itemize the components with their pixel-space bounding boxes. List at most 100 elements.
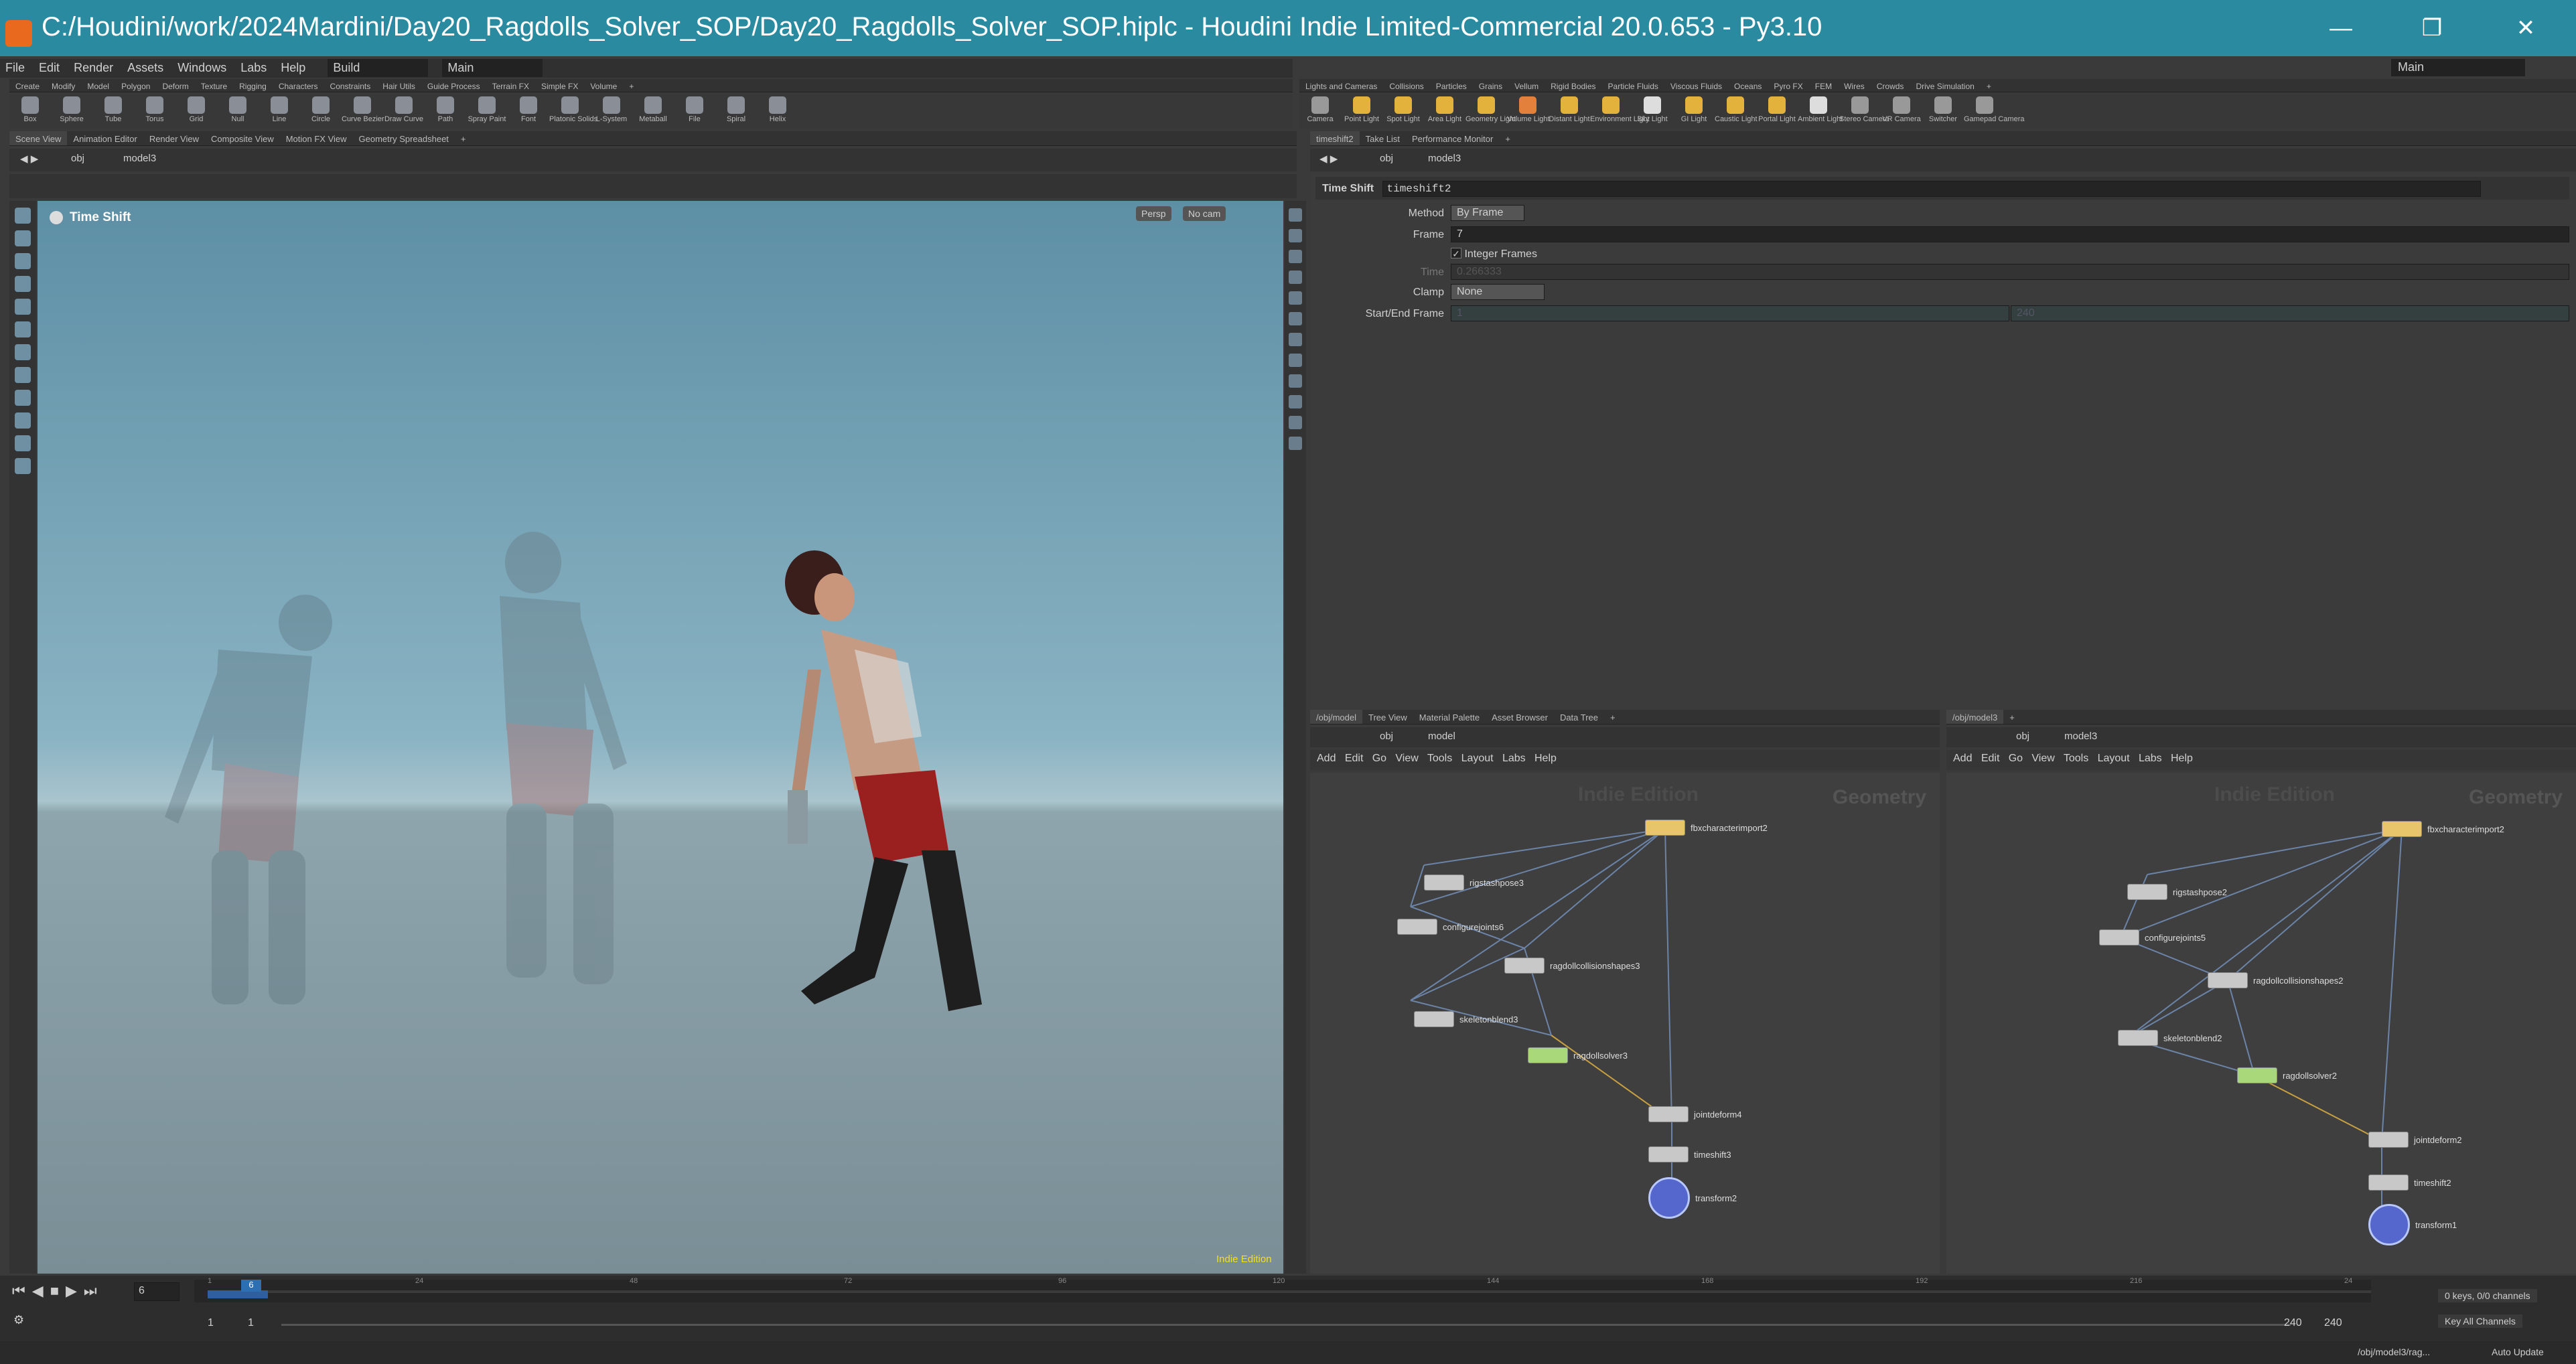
shelf-tab[interactable]: FEM <box>1809 79 1838 92</box>
shelf-tab[interactable]: Wires <box>1838 79 1871 92</box>
add-pane-tab-button[interactable]: + <box>455 131 472 145</box>
net-menu-help[interactable]: Help <box>2171 753 2193 764</box>
node-name-field[interactable]: timeshift2 <box>1382 181 2481 197</box>
shelf-tool[interactable]: Gamepad Camera <box>1964 94 2025 123</box>
net-menu-view[interactable]: View <box>2031 753 2054 764</box>
tab-data-tree[interactable]: Data Tree <box>1554 710 1604 724</box>
net-menu-help[interactable]: Help <box>1534 753 1557 764</box>
shelf-tool[interactable]: Null <box>217 94 259 123</box>
net-menu-edit[interactable]: Edit <box>1981 753 2000 764</box>
shelf-tool[interactable]: Switcher <box>1922 94 1964 123</box>
path-obj[interactable]: obj <box>1380 731 1393 742</box>
add-shelf-tab-button[interactable]: + <box>623 79 640 92</box>
net-menu-tools[interactable]: Tools <box>1427 753 1452 764</box>
add-pane-tab-button[interactable]: + <box>1499 131 1516 145</box>
auto-update-dropdown[interactable]: Auto Update <box>2492 1347 2544 1357</box>
scene-viewport[interactable]: Time Shift Persp No cam Indie Edition <box>38 201 1283 1274</box>
tab-network[interactable]: /obj/model3 <box>1946 710 2004 724</box>
grid-toggle-icon[interactable] <box>1289 374 1302 388</box>
shelf-tab[interactable]: Deform <box>156 79 194 92</box>
net-menu-tools[interactable]: Tools <box>2064 753 2088 764</box>
menu-help[interactable]: Help <box>275 59 311 77</box>
node-fbxcharacterimport[interactable]: fbxcharacterimport2 <box>1645 820 1768 836</box>
net-menu-labs[interactable]: Labs <box>1502 753 1526 764</box>
shelf-tool[interactable]: Sphere <box>51 94 92 123</box>
snap-tool-icon[interactable] <box>15 367 31 383</box>
brush-tool-icon[interactable] <box>15 390 31 406</box>
clamp-dropdown[interactable]: None <box>1451 284 1545 300</box>
shelf-tool[interactable]: Curve Bezier <box>342 94 384 123</box>
frame-field[interactable]: 7 <box>1451 226 2569 242</box>
shelf-tool[interactable]: Area Light <box>1424 94 1465 123</box>
current-frame-field[interactable]: 6 <box>134 1282 180 1301</box>
shelf-tool[interactable]: GI Light <box>1673 94 1715 123</box>
shelf-tool[interactable]: Camera <box>1299 94 1341 123</box>
node-transform[interactable]: transform1 <box>2368 1204 2457 1245</box>
light-icon[interactable] <box>1289 271 1302 284</box>
path-model[interactable]: model3 <box>1428 153 1461 164</box>
close-button[interactable]: ✕ <box>2496 9 2556 47</box>
shelf-tab[interactable]: Particle Fluids <box>1602 79 1664 92</box>
display-options-icon[interactable] <box>1289 208 1302 222</box>
timeline-track[interactable]: 6 1 24 48 72 96 120 144 168 192 216 24 <box>194 1277 2371 1302</box>
shelf-tool[interactable]: Torus <box>134 94 175 123</box>
tab-render-view[interactable]: Render View <box>143 131 205 145</box>
path-model[interactable]: model3 <box>2064 731 2097 742</box>
path-model[interactable]: model3 <box>123 153 156 164</box>
wireframe-icon[interactable] <box>1289 312 1302 325</box>
node-skeletonblend[interactable]: skeletonblend2 <box>2118 1030 2222 1046</box>
maximize-button[interactable]: ❐ <box>2402 9 2462 47</box>
node-ragdollsolver[interactable]: ragdollsolver2 <box>2237 1067 2337 1083</box>
tab-motion-fx-view[interactable]: Motion FX View <box>280 131 353 145</box>
node-rigstashpose[interactable]: rigstashpose3 <box>1424 875 1524 891</box>
camera-lock-icon[interactable] <box>1289 250 1302 263</box>
frame-marker[interactable]: 6 <box>241 1280 261 1292</box>
shelf-tool[interactable]: VR Camera <box>1881 94 1922 123</box>
back-icon[interactable]: ◀ ▶ <box>1319 153 1338 165</box>
shelf-tab[interactable]: Create <box>9 79 46 92</box>
node-timeshift[interactable]: timeshift3 <box>1648 1146 1731 1162</box>
net-menu-add[interactable]: Add <box>1317 753 1336 764</box>
node-configurejoints[interactable]: configurejoints6 <box>1397 919 1504 935</box>
tab-scene-view[interactable]: Scene View <box>9 131 68 145</box>
shelf-tool[interactable]: File <box>674 94 715 123</box>
shelf-tool[interactable]: Volume Light <box>1507 94 1550 123</box>
tab-performance-monitor[interactable]: Performance Monitor <box>1406 131 1499 145</box>
tab-composite-view[interactable]: Composite View <box>205 131 280 145</box>
shelf-tab[interactable]: Volume <box>584 79 623 92</box>
shelf-tab[interactable]: Characters <box>273 79 324 92</box>
net-menu-view[interactable]: View <box>1395 753 1418 764</box>
key-all-channels-dropdown[interactable]: Key All Channels <box>2438 1314 2522 1328</box>
shelf-tool[interactable]: Environment Light <box>1590 94 1650 123</box>
menu-file[interactable]: File <box>0 59 30 77</box>
shelf-tool[interactable]: Helix <box>757 94 798 123</box>
node-transform[interactable]: transform2 <box>1648 1177 1737 1219</box>
shelf-tab[interactable]: Guide Process <box>421 79 486 92</box>
shelf-tool[interactable]: Draw Curve <box>383 94 425 123</box>
shelf-tool[interactable]: Platonic Solids <box>549 94 597 123</box>
scale-tool-icon[interactable] <box>15 276 31 292</box>
node-ragdollcollisionshapes[interactable]: ragdollcollisionshapes3 <box>1504 958 1640 974</box>
shelf-tab[interactable]: Oceans <box>1728 79 1768 92</box>
shelf-tab[interactable]: Particles <box>1430 79 1473 92</box>
path-obj[interactable]: obj <box>71 153 84 164</box>
menu-assets[interactable]: Assets <box>122 59 169 77</box>
shelf-tool[interactable]: Caustic Light <box>1715 94 1758 123</box>
desktop-main-dropdown[interactable]: Main <box>442 59 543 77</box>
add-shelf-tab-button[interactable]: + <box>1981 79 1997 92</box>
shelf-tab[interactable]: Hair Utils <box>376 79 421 92</box>
desktop-build-dropdown[interactable]: Build <box>328 59 429 77</box>
tab-network[interactable]: /obj/model <box>1310 710 1362 724</box>
node-ragdollcollisionshapes[interactable]: ragdollcollisionshapes2 <box>2208 972 2343 988</box>
shelf-tab[interactable]: Texture <box>195 79 233 92</box>
shelf-tool[interactable]: Ambient Light <box>1798 94 1843 123</box>
menu-labs[interactable]: Labs <box>235 59 272 77</box>
shelf-tab[interactable]: Rigging <box>233 79 273 92</box>
shelf-tab[interactable]: Polygon <box>115 79 156 92</box>
node-configurejoints[interactable]: configurejoints5 <box>2099 929 2206 945</box>
pose-tool-icon[interactable] <box>15 321 31 337</box>
node-jointdeform[interactable]: jointdeform4 <box>1648 1106 1742 1122</box>
shelf-tab[interactable]: Drive Simulation <box>1910 79 1980 92</box>
handle-tool-icon[interactable] <box>15 299 31 315</box>
shelf-tab[interactable]: Viscous Fluids <box>1664 79 1728 92</box>
